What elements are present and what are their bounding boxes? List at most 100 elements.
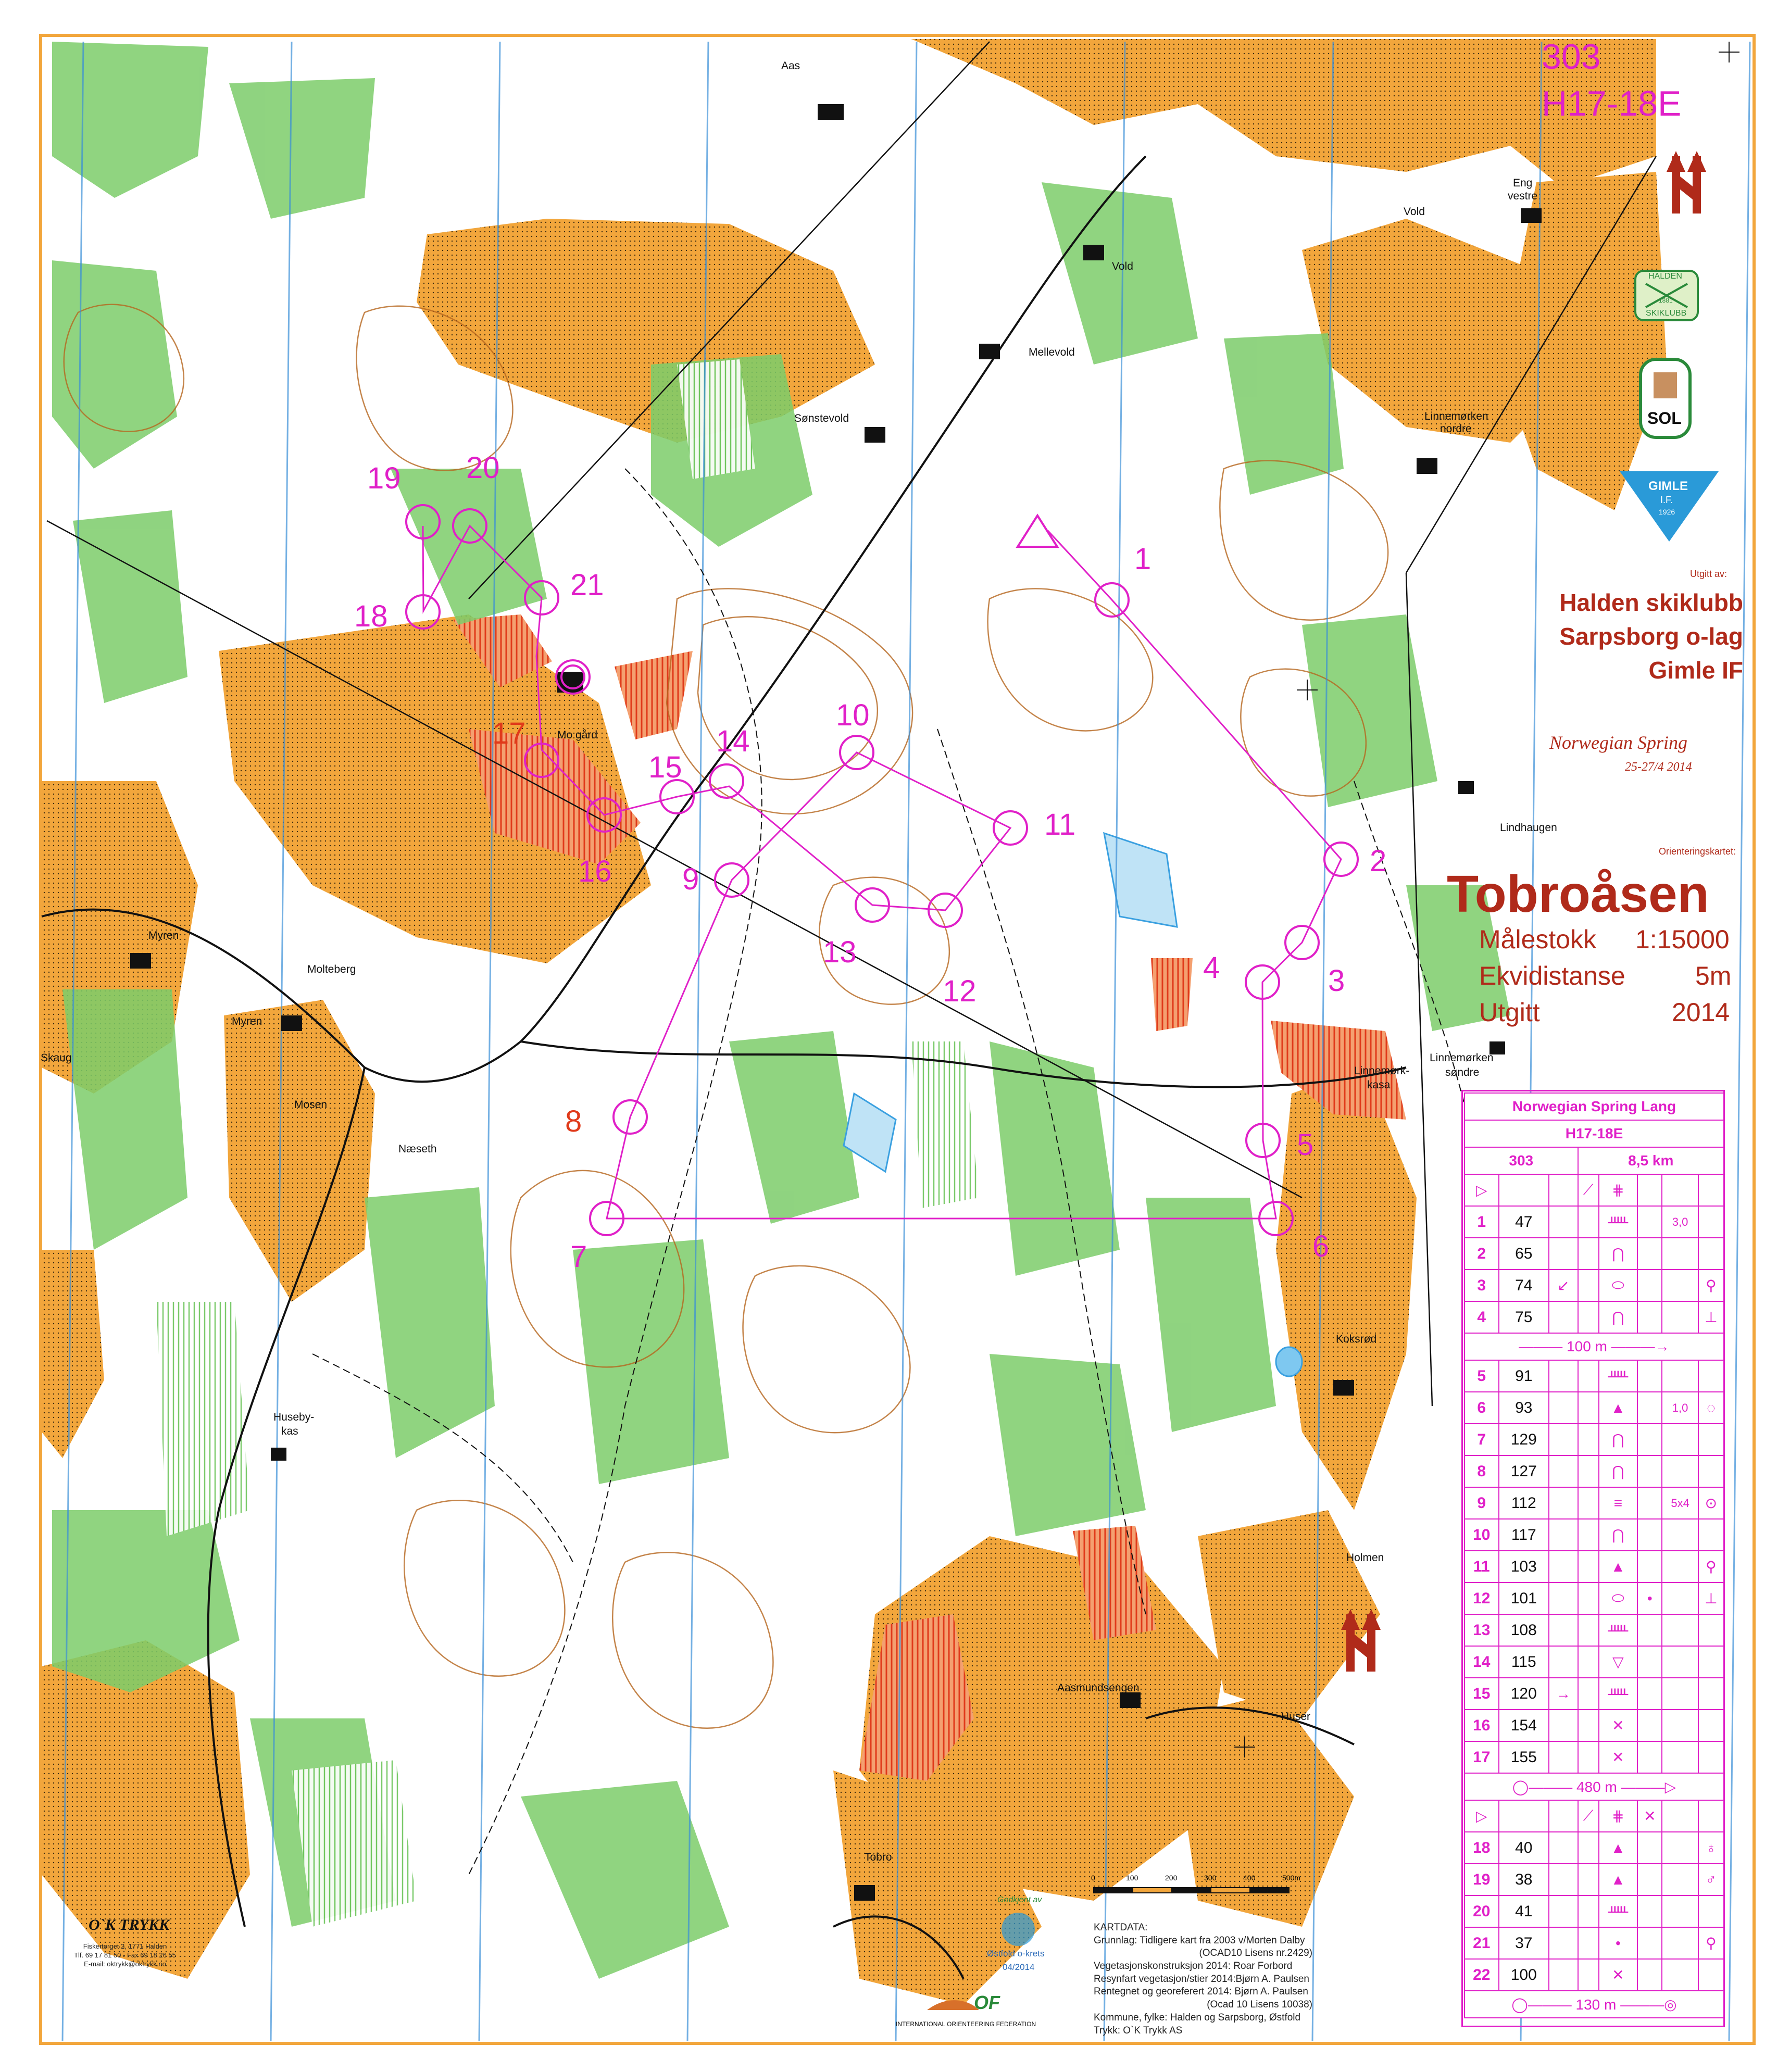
cd-appearance-icon	[1637, 1487, 1663, 1520]
printer-email: E-mail: oktrykk@oktrykk.no	[84, 1960, 166, 1968]
cd-start-icon: ▷	[1464, 1174, 1499, 1207]
credits-line: Resynfart vegetasjon/stier 2014:Bjørn A.…	[1094, 1973, 1310, 1985]
cd-control-code: 117	[1498, 1518, 1549, 1551]
cd-dimensions	[1661, 1895, 1699, 1928]
place-huser: Huser	[1281, 1711, 1311, 1723]
cd-feature-symbol-icon: ⋂	[1598, 1301, 1638, 1334]
cd-feature-symbol-icon: ᚊ	[1598, 1205, 1638, 1238]
cd-feature-symbol-icon: ⬭	[1598, 1269, 1638, 1302]
cd-control-code: 91	[1498, 1360, 1549, 1392]
cd-appearance-icon	[1637, 1614, 1663, 1647]
cd-control-code: 47	[1498, 1205, 1549, 1238]
cd-row: 13 108 ᚊ	[1464, 1614, 1725, 1647]
cd-which-feature	[1548, 1646, 1579, 1678]
cd-length: 8,5 km	[1577, 1147, 1725, 1175]
cd-control-code: 120	[1498, 1677, 1549, 1710]
place-holmen: Holmen	[1346, 1552, 1384, 1564]
cd-rows-group-1: 1 47 ᚊ 3,0 2 65 ⋂ 3 74 ↙ ⬭ ⚲ 4 75 ⋂ ⊥	[1464, 1205, 1725, 1334]
scale-tick-0: 0	[1091, 1874, 1095, 1882]
cd-location-icon	[1697, 1518, 1725, 1551]
cd-location-icon: ⚲	[1697, 1927, 1725, 1960]
cd-feature-icon	[1577, 1301, 1599, 1334]
cd-location-icon: ♂	[1697, 1863, 1725, 1896]
place-lindhaugen: Lindhaugen	[1500, 822, 1557, 834]
cd-control-number: 14	[1464, 1646, 1499, 1678]
cd-feature-icon	[1577, 1423, 1599, 1456]
cd-location-icon: ⚲	[1697, 1269, 1725, 1302]
cd-feature-symbol-icon: ᚊ	[1598, 1895, 1638, 1928]
cd-which-feature	[1548, 1423, 1579, 1456]
cd-dimensions: 3,0	[1661, 1205, 1699, 1238]
cd-leg-3-text: 130 m	[1575, 1996, 1617, 2013]
cd-dimensions	[1661, 1518, 1699, 1551]
cd-feature-icon	[1577, 1646, 1599, 1678]
cd-control-code: 74	[1498, 1269, 1549, 1302]
cd-control-number: 12	[1464, 1582, 1499, 1615]
cd-control-code: 41	[1498, 1895, 1549, 1928]
cd-leg-3: ◯——— 130 m ———◎	[1464, 1990, 1724, 2018]
cd-feature-symbol-icon: ᚊ	[1598, 1614, 1638, 1647]
cd-dimensions	[1661, 1709, 1699, 1742]
club-2: Sarpsborg o-lag	[1559, 623, 1743, 650]
contour-label: Ekvidistanse	[1479, 961, 1625, 990]
place-naeseth: Næseth	[398, 1143, 437, 1155]
cd-control-number: 6	[1464, 1391, 1499, 1424]
cd-row: 9 112 ≡ 5x4 ⊙	[1464, 1487, 1725, 1520]
cd-control-code: 127	[1498, 1455, 1549, 1488]
cd-dimensions	[1661, 1582, 1699, 1615]
credits-block: KARTDATA: Grunnlag: Tidligere kart fra 2…	[1094, 1922, 1312, 2037]
cd-start-crossing-icon: ⋕	[1598, 1174, 1638, 1207]
cd-dimensions	[1661, 1269, 1699, 1302]
control-label-11: 11	[1044, 808, 1076, 842]
cd-which-feature	[1548, 1518, 1579, 1551]
cd-location-icon	[1697, 1205, 1725, 1238]
cd-dimensions	[1661, 1550, 1699, 1583]
cd-control-number: 20	[1464, 1895, 1499, 1928]
cd-restart-crossing-icon: ⋕	[1598, 1800, 1638, 1832]
cd-leg-2: ◯——— 480 m ———▷	[1464, 1773, 1724, 1801]
cd-control-code: 100	[1498, 1958, 1549, 1991]
cd-appearance-icon	[1637, 1518, 1663, 1551]
printer-address: Fiskertorget 2, 1771 Halden	[83, 1942, 167, 1950]
control-label-15: 15	[648, 750, 682, 784]
cd-control-code: 93	[1498, 1391, 1549, 1424]
cd-dimensions	[1661, 1455, 1699, 1488]
cd-row: 10 117 ⋂	[1464, 1518, 1725, 1551]
cd-dimensions	[1661, 1741, 1699, 1774]
cd-appearance-icon	[1637, 1895, 1663, 1928]
cd-rows-group-3: 18 40 ▲ ♁ 19 38 ▲ ♂ 20 41 ᚊ 21 37 • ⚲ 22 100 ✕	[1464, 1831, 1725, 1991]
credits-line: Kommune, fylke: Halden og Sarpsborg, Øst…	[1094, 2012, 1301, 2023]
cd-appearance-icon	[1637, 1709, 1663, 1742]
cd-location-icon: ⊥	[1697, 1301, 1725, 1334]
event-dates: 25-27/4 2014	[1625, 760, 1692, 774]
cd-which-feature	[1548, 1958, 1579, 1991]
credits-line: Rentegnet og georeferert 2014: Bjørn A. …	[1094, 1986, 1308, 1998]
cd-appearance-icon	[1637, 1927, 1663, 1960]
place-aasmundsengen: Aasmundsengen	[1057, 1682, 1140, 1694]
cd-restart-icon: ▷	[1464, 1800, 1499, 1832]
approval-stamp-icon	[1002, 1913, 1035, 1946]
cd-control-number: 19	[1464, 1863, 1499, 1896]
cd-dimensions: 5x4	[1661, 1487, 1699, 1520]
cd-control-code: 38	[1498, 1863, 1549, 1896]
scale-bar	[1093, 1887, 1290, 1893]
cd-appearance-icon	[1637, 1863, 1663, 1896]
cd-feature-symbol-icon: ≡	[1598, 1487, 1638, 1520]
cd-control-number: 10	[1464, 1518, 1499, 1551]
cd-appearance-icon	[1637, 1550, 1663, 1583]
control-label-19: 19	[367, 461, 401, 495]
halden-logo-text-top: HALDEN	[1648, 272, 1682, 281]
cd-feature-symbol-icon: ▲	[1598, 1863, 1638, 1896]
approval-date: 04/2014	[1003, 1962, 1035, 1972]
cd-dimensions	[1661, 1863, 1699, 1896]
place-linnemorken-sondre: Linnemørken	[1430, 1052, 1494, 1064]
cd-feature-icon	[1577, 1269, 1599, 1302]
credits-line: Trykk: O`K Trykk AS	[1094, 2025, 1183, 2036]
cd-control-number: 18	[1464, 1831, 1499, 1864]
place-skaug: Skaug	[41, 1052, 72, 1064]
cd-feature-icon	[1577, 1360, 1599, 1392]
place-myren-2: Myren	[232, 1015, 262, 1027]
cd-row: 21 37 • ⚲	[1464, 1927, 1725, 1960]
club-3: Gimle IF	[1648, 657, 1743, 684]
cd-which-feature: →	[1548, 1677, 1579, 1710]
